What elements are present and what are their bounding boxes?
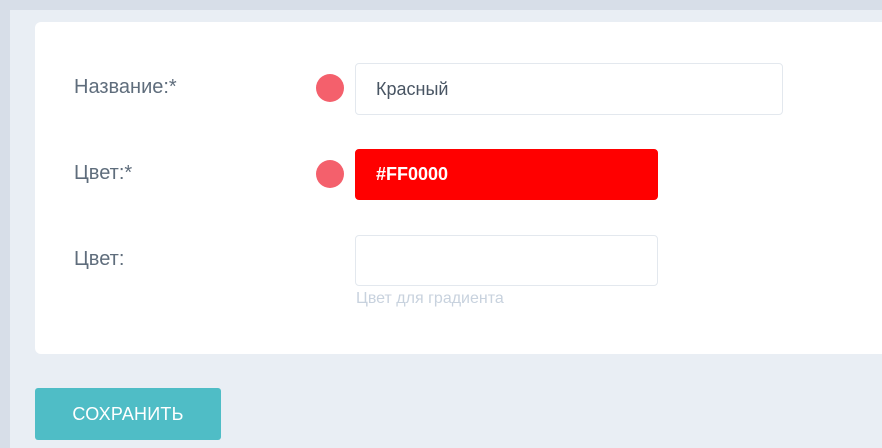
gradient-color-hint: Цвет для градиента [356, 290, 504, 307]
top-frame-border [0, 0, 882, 10]
color-label: Цвет:* [74, 162, 133, 184]
color-input[interactable]: #FF0000 [355, 149, 658, 200]
gradient-color-input[interactable] [355, 235, 658, 286]
name-input[interactable]: Красный [355, 63, 783, 115]
left-frame-border [0, 0, 10, 448]
required-marker-icon [316, 74, 344, 102]
name-label: Название:* [74, 76, 177, 98]
save-button[interactable]: СОХРАНИТЬ [35, 388, 221, 440]
gradient-color-label: Цвет: [74, 248, 125, 270]
required-marker-icon [316, 160, 344, 188]
